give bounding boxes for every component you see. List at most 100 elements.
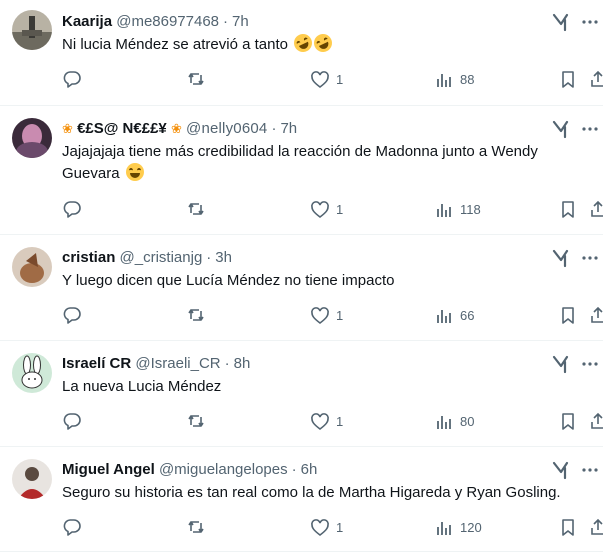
more-options-icon[interactable] [581,461,599,479]
display-name[interactable]: Miguel Angel [62,461,155,478]
views-button[interactable]: 120 [434,517,482,539]
heart-icon [311,201,329,219]
like-button[interactable]: 1 [310,199,343,221]
timestamp[interactable]: 3h [215,249,232,266]
reply-feed: Kaarija @me86977468 · 7h Ni lucia Méndez s… [0,0,603,552]
share-button[interactable] [588,517,603,537]
like-button[interactable]: 1 [310,517,343,539]
display-name[interactable]: Kaarija [62,13,112,30]
like-button[interactable]: 1 [310,69,343,91]
tweet[interactable]: ❀ €£S@ N€££¥ ❀ @nelly0604 · 7h Jajajajaja … [0,106,603,235]
repost-icon [188,415,204,427]
view-count: 118 [460,202,481,217]
handle[interactable]: @me86977468 [116,13,219,30]
view-count: 120 [460,520,482,535]
share-icon [591,70,603,87]
share-icon [591,518,603,535]
share-button[interactable] [588,305,603,325]
more-options-icon[interactable] [581,355,599,373]
tweet-actions: 1 120 [62,517,603,539]
like-button[interactable]: 1 [310,305,343,327]
avatar[interactable] [12,118,52,158]
display-name[interactable]: €£S@ N€££¥ [77,120,167,137]
share-icon [591,412,603,429]
timestamp[interactable]: 7h [232,13,249,30]
share-button[interactable] [588,69,603,89]
timestamp[interactable]: 8h [234,355,251,372]
avatar[interactable] [12,353,52,393]
reply-icon [63,413,81,430]
tweet-header: Kaarija @me86977468 · 7h [62,12,543,32]
repost-button[interactable] [186,199,206,219]
repost-button[interactable] [186,69,206,89]
separator: · [206,249,212,266]
handle[interactable]: @nelly0604 [186,120,267,137]
more-options-icon[interactable] [581,13,599,31]
bookmark-button[interactable] [558,199,578,219]
grok-icon[interactable] [551,354,571,374]
bookmark-button[interactable] [558,69,578,89]
reply-button[interactable] [62,305,82,325]
repost-icon [188,521,204,533]
views-button[interactable]: 88 [434,69,474,91]
separator: · [223,13,229,30]
tweet-text: Y luego dicen que Lucía Méndez no tiene … [62,272,395,289]
repost-button[interactable] [186,305,206,325]
tweet[interactable]: Miguel Angel @miguelangelopes · 6h Seguro … [0,447,603,552]
handle[interactable]: @miguelangelopes [159,461,288,478]
tweet-text-block: Jajajajaja tiene más credibilidad la rea… [62,141,591,185]
display-name[interactable]: cristian [62,249,115,266]
views-button[interactable]: 80 [434,411,474,433]
reply-icon [63,201,81,218]
tweet-header: ❀ €£S@ N€££¥ ❀ @nelly0604 · 7h [62,119,543,139]
views-button[interactable]: 118 [434,199,481,221]
share-icon [591,200,603,217]
tweet[interactable]: Kaarija @me86977468 · 7h Ni lucia Méndez s… [0,0,603,106]
repost-button[interactable] [186,517,206,537]
grok-icon[interactable] [551,119,571,139]
reply-icon [63,519,81,536]
reply-button[interactable] [62,411,82,431]
bookmark-button[interactable] [558,517,578,537]
bookmark-icon [562,519,574,536]
reply-icon [63,71,81,88]
tweet-actions: 1 88 [62,69,603,91]
handle[interactable]: @_cristianjg [120,249,203,266]
like-count: 1 [336,202,344,217]
display-name[interactable]: Israelí CR [62,355,131,372]
handle[interactable]: @Israeli_CR [135,355,220,372]
bookmark-icon [562,71,574,88]
reply-button[interactable] [62,517,82,537]
share-button[interactable] [588,411,603,431]
avatar[interactable] [12,247,52,287]
share-button[interactable] [588,199,603,219]
repost-button[interactable] [186,411,206,431]
avatar[interactable] [12,459,52,499]
timestamp[interactable]: 7h [280,120,297,137]
tweet-text: La nueva Lucia Méndez [62,378,222,395]
analytics-icon [437,522,451,535]
views-button[interactable]: 66 [434,305,474,327]
like-count: 1 [336,414,344,429]
more-options-icon[interactable] [581,249,599,267]
tweet-text-block: Y luego dicen que Lucía Méndez no tiene … [62,270,591,292]
timestamp[interactable]: 6h [301,461,318,478]
grok-icon[interactable] [551,248,571,268]
more-options-icon[interactable] [581,120,599,138]
repost-icon [188,203,204,215]
grok-icon[interactable] [551,12,571,32]
grok-icon[interactable] [551,460,571,480]
bookmark-button[interactable] [558,411,578,431]
repost-icon [188,73,204,85]
analytics-icon [437,74,451,87]
bookmark-button[interactable] [558,305,578,325]
like-button[interactable]: 1 [310,411,343,433]
view-count: 88 [460,72,475,87]
tweet[interactable]: cristian @_cristianjg · 3h Y luego dicen q… [0,235,603,341]
avatar[interactable] [12,10,52,50]
reply-button[interactable] [62,69,82,89]
grin-emoji [125,163,144,181]
like-count: 1 [336,308,344,323]
tweet[interactable]: Israelí CR @Israeli_CR · 8h La nueva Lucia… [0,341,603,447]
reply-button[interactable] [62,199,82,219]
